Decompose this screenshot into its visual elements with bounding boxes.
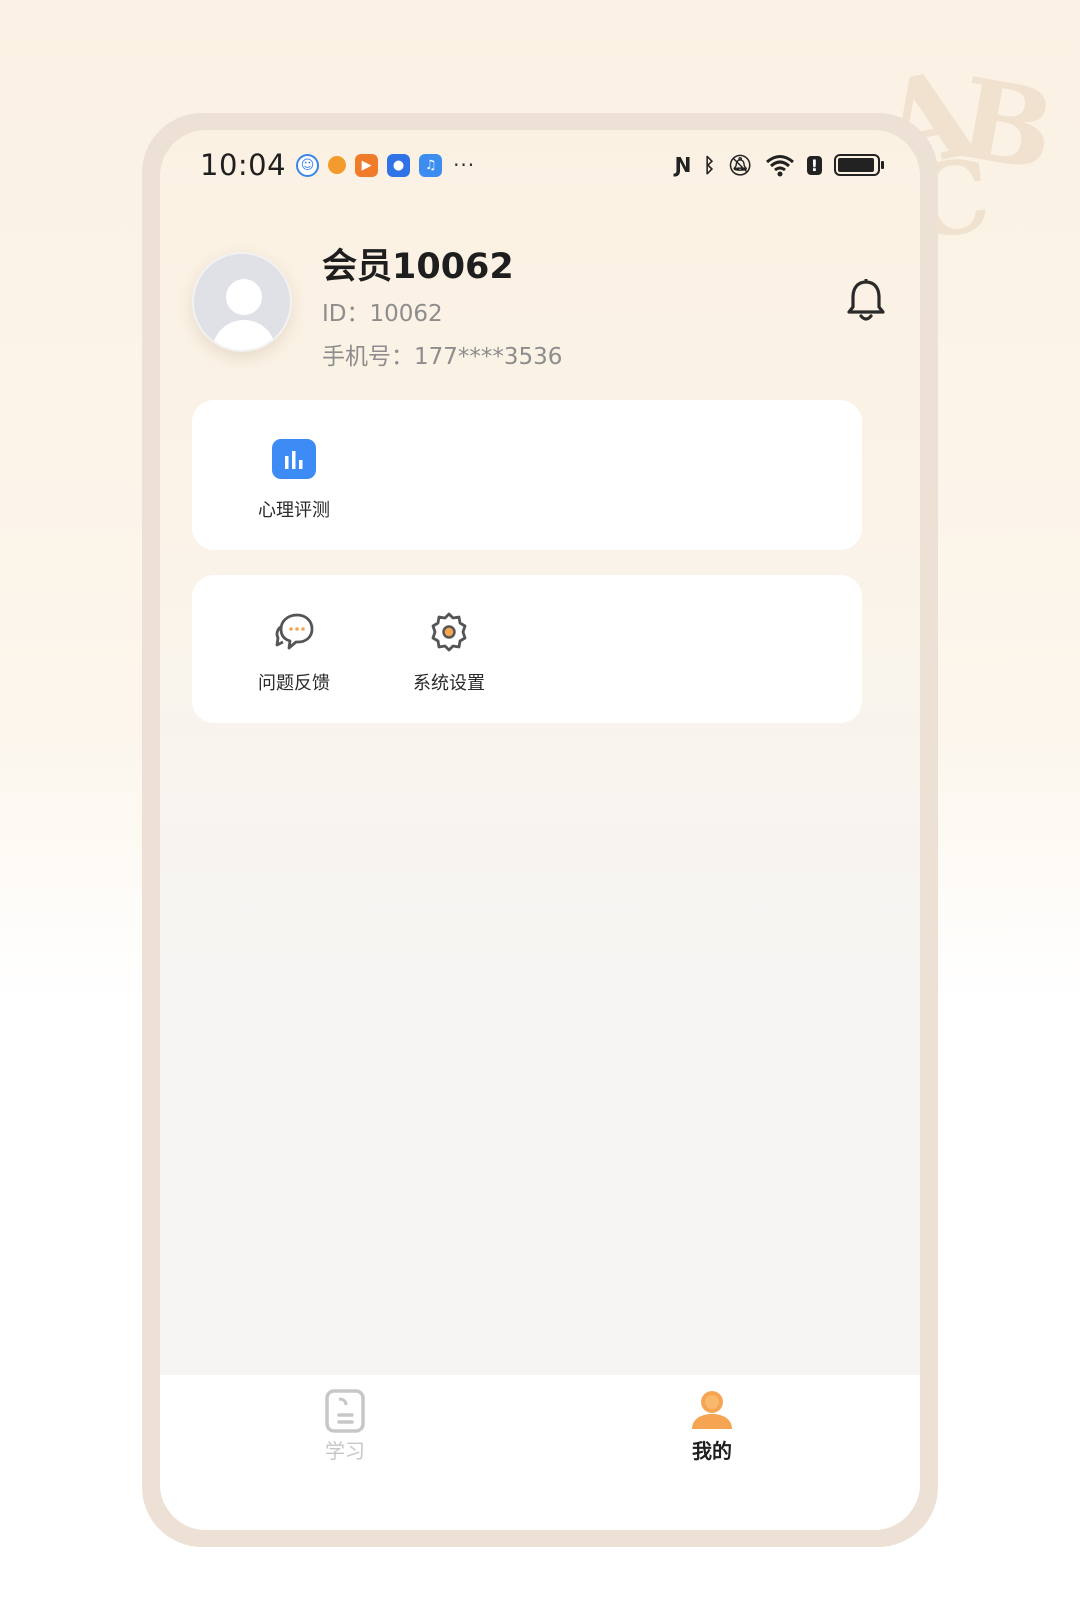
bluetooth-icon: ᛒ bbox=[703, 153, 716, 177]
battery-icon bbox=[834, 154, 884, 176]
status-right: Ɲ ᛒ 🔕︎ ! bbox=[674, 153, 884, 177]
bell-icon[interactable] bbox=[844, 278, 888, 324]
gear-icon bbox=[426, 609, 472, 655]
user-icon bbox=[692, 1391, 732, 1429]
member-phone: 手机号：177****3536 bbox=[322, 344, 563, 370]
more-notifications-icon: ··· bbox=[453, 153, 476, 177]
settings-card: 问题反馈 系统设置 bbox=[192, 575, 862, 723]
status-time: 10:04 bbox=[200, 148, 287, 182]
bar-chart-icon bbox=[271, 436, 317, 482]
tile-label: 系统设置 bbox=[413, 673, 485, 694]
tab-study[interactable]: 学习 bbox=[305, 1389, 385, 1464]
tile-feedback[interactable]: 问题反馈 bbox=[234, 609, 354, 695]
tile-label: 心理评测 bbox=[258, 500, 330, 521]
phone-screen: 10:04 ☺ ▶ ● ♫ ··· Ɲ ᛒ 🔕︎ ! 会员10062 ID：10… bbox=[160, 130, 920, 1530]
tile-psych-assessment[interactable]: 心理评测 bbox=[234, 436, 354, 522]
notification-app-icon bbox=[328, 156, 347, 174]
tab-mine[interactable]: 我的 bbox=[672, 1389, 752, 1464]
alert-icon: ! bbox=[806, 155, 822, 175]
member-id: ID：10062 bbox=[322, 301, 443, 327]
bottom-tab-bar: 学习 我的 bbox=[160, 1375, 920, 1530]
tab-label: 学习 bbox=[325, 1439, 365, 1463]
video-app-icon: ▶ bbox=[355, 153, 379, 177]
mute-icon: 🔕︎ bbox=[727, 153, 753, 177]
nfc-icon: Ɲ bbox=[674, 153, 692, 177]
tile-label: 问题反馈 bbox=[258, 673, 330, 694]
avatar[interactable] bbox=[192, 252, 292, 352]
profile-header: 会员10062 ID：10062 手机号：177****3536 bbox=[192, 230, 892, 380]
book-icon bbox=[325, 1389, 365, 1433]
tab-label: 我的 bbox=[692, 1439, 732, 1463]
background-doodle: B bbox=[949, 52, 1064, 197]
headset-app-icon: ♫ bbox=[419, 153, 443, 177]
wifi-icon bbox=[765, 155, 794, 177]
status-bar: 10:04 ☺ ▶ ● ♫ ··· Ɲ ᛒ 🔕︎ ! bbox=[160, 130, 920, 200]
tile-system-settings[interactable]: 系统设置 bbox=[389, 609, 509, 695]
assessment-card: 心理评测 bbox=[192, 400, 862, 550]
notification-app-icon: ☺ bbox=[296, 153, 320, 177]
chat-bubble-icon bbox=[271, 609, 317, 655]
member-name: 会员10062 bbox=[322, 247, 514, 287]
bulb-app-icon: ● bbox=[387, 153, 411, 177]
